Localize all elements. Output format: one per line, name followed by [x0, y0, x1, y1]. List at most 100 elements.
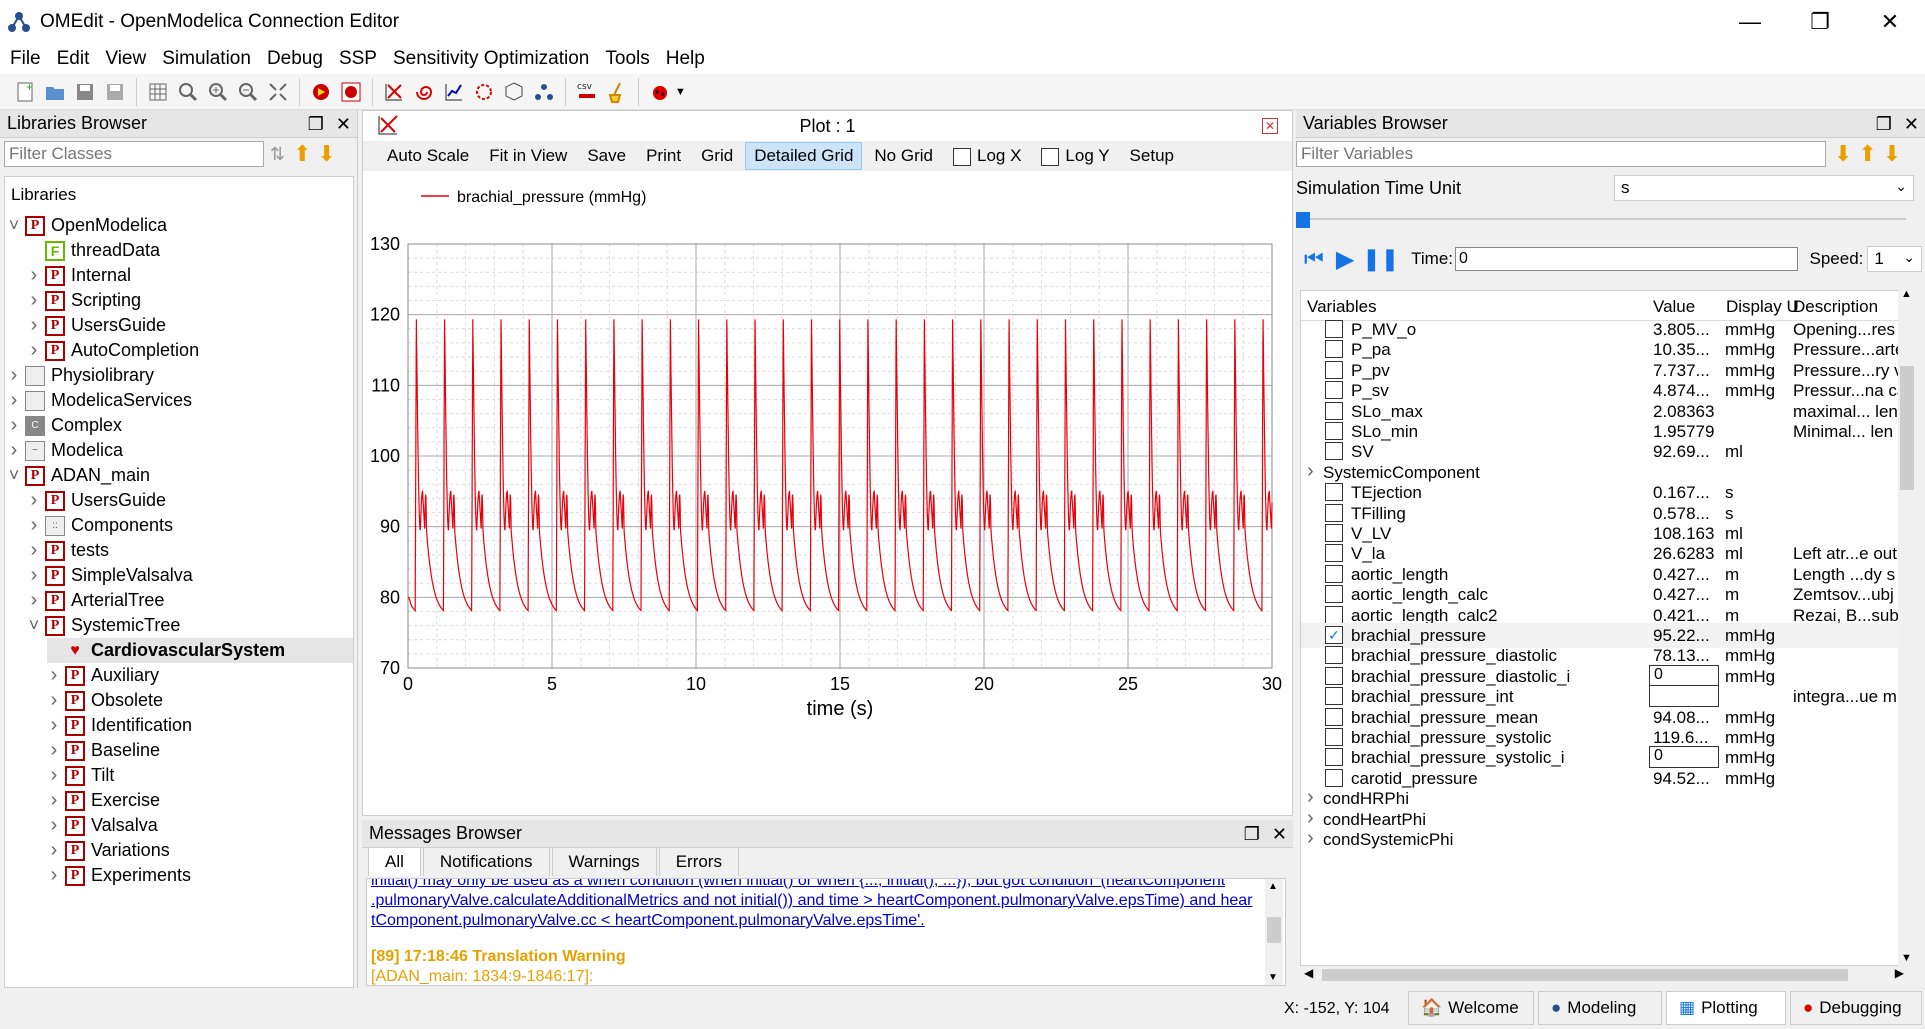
zoom-out-icon[interactable]: [235, 79, 261, 105]
time-slider-handle[interactable]: [1296, 212, 1310, 228]
parametric-plot-icon[interactable]: [411, 79, 437, 105]
chevron-right-icon[interactable]: ›: [47, 764, 61, 787]
close-panel-icon[interactable]: ✕: [1272, 824, 1287, 845]
tab-errors[interactable]: Errors: [658, 847, 739, 876]
float-panel-icon[interactable]: ❐: [1244, 824, 1260, 845]
tree-item[interactable]: › P Valsalva: [47, 813, 158, 838]
chevron-right-icon[interactable]: ›: [47, 689, 61, 712]
zoom-in-icon[interactable]: [205, 79, 231, 105]
array-parametric-plot-icon[interactable]: [471, 79, 497, 105]
tree-item[interactable]: › P Baseline: [47, 738, 160, 763]
column-value[interactable]: Value: [1653, 297, 1695, 317]
tree-item[interactable]: FthreadData: [27, 238, 160, 263]
tree-item[interactable]: › P Variations: [47, 838, 170, 863]
menu-ssp[interactable]: SSP: [333, 48, 383, 70]
clear-icon[interactable]: [604, 79, 630, 105]
chevron-right-icon[interactable]: ›: [47, 814, 61, 837]
chevron-right-icon[interactable]: ›: [47, 839, 61, 862]
setup-button[interactable]: Setup: [1122, 143, 1182, 169]
chevron-right-icon[interactable]: ›: [47, 864, 61, 887]
move-up-icon[interactable]: ⬆: [293, 141, 311, 167]
chevron-right-icon[interactable]: ›: [47, 714, 61, 737]
checkbox[interactable]: [1325, 544, 1343, 563]
fit-view-icon[interactable]: [265, 79, 291, 105]
chevron-right-icon[interactable]: ›: [27, 289, 41, 312]
tree-item[interactable]: › P Exercise: [47, 788, 160, 813]
close-plot-icon[interactable]: ✕: [1262, 118, 1278, 134]
tree-item[interactable]: › C Complex: [7, 413, 122, 438]
tree-item[interactable]: ˅ P ADAN_main: [7, 463, 150, 488]
move-up-icon[interactable]: ⬆: [1858, 141, 1876, 167]
tree-item[interactable]: ˅ P SystemicTree: [27, 613, 180, 638]
chevron-down-icon[interactable]: ˅: [7, 215, 21, 236]
tab-warnings[interactable]: Warnings: [551, 847, 657, 876]
messages-scrollbar[interactable]: ▲ ▼: [1265, 879, 1283, 985]
checkbox[interactable]: [1325, 320, 1343, 338]
menu-debug[interactable]: Debug: [261, 48, 329, 70]
detailed-grid-button[interactable]: Detailed Grid: [745, 142, 863, 170]
menu-edit[interactable]: Edit: [51, 48, 96, 70]
move-down-icon[interactable]: ⬇: [1883, 141, 1901, 167]
checkbox-checked[interactable]: ✓: [1325, 626, 1343, 644]
diagram-window-icon[interactable]: [531, 79, 557, 105]
pause-icon[interactable]: ❚❚: [1362, 246, 1399, 272]
checkbox[interactable]: [1325, 605, 1343, 624]
menu-help[interactable]: Help: [660, 48, 711, 70]
new-file-icon[interactable]: +: [12, 79, 38, 105]
tree-item[interactable]: › Ptests: [27, 538, 109, 563]
checkbox[interactable]: [1325, 422, 1343, 440]
checkbox[interactable]: [1325, 564, 1343, 583]
chevron-right-icon[interactable]: ›: [47, 739, 61, 762]
checkbox[interactable]: [1325, 748, 1343, 767]
checkbox[interactable]: [1325, 381, 1343, 400]
debugger-dropdown-icon[interactable]: ▼: [675, 86, 686, 98]
menu-tools[interactable]: Tools: [599, 48, 655, 70]
chevron-right-icon[interactable]: ›: [7, 389, 21, 412]
chevron-down-icon[interactable]: ˅: [7, 465, 21, 486]
chevron-right-icon[interactable]: ›: [27, 339, 41, 362]
checkbox[interactable]: [1325, 524, 1343, 542]
close-window-button[interactable]: ✕: [1855, 0, 1925, 44]
chevron-right-icon[interactable]: ›: [47, 789, 61, 812]
variable-row[interactable]: › condSystemicPhi: [1301, 827, 1907, 852]
plot-canvas[interactable]: 0 5 10 15 20 25 30 70 80 90 100 110 120 130 time (s) br…: [363, 171, 1292, 815]
move-down-icon[interactable]: ⬇: [318, 141, 336, 167]
chevron-right-icon[interactable]: ›: [27, 539, 41, 562]
new-plot-icon[interactable]: [381, 79, 407, 105]
column-display-unit[interactable]: Display U: [1726, 297, 1799, 317]
checkbox[interactable]: [1325, 687, 1343, 706]
chevron-right-icon[interactable]: ›: [7, 439, 21, 462]
tree-item[interactable]: › P Auxiliary: [47, 663, 159, 688]
chevron-right-icon[interactable]: ›: [7, 414, 21, 437]
log-x-box[interactable]: [952, 147, 971, 166]
simulate-icon[interactable]: [308, 79, 334, 105]
chevron-right-icon[interactable]: ›: [27, 264, 41, 287]
auto-scale-button[interactable]: Auto Scale: [379, 143, 477, 169]
column-variables[interactable]: Variables: [1307, 297, 1377, 317]
checkbox[interactable]: [1325, 646, 1343, 665]
save-icon[interactable]: [72, 79, 98, 105]
menu-file[interactable]: File: [4, 48, 47, 70]
speed-select[interactable]: 1 ⌄: [1867, 246, 1922, 272]
column-description[interactable]: Description: [1793, 297, 1878, 317]
float-panel-icon[interactable]: ❐: [308, 114, 324, 135]
chevron-right-icon[interactable]: ›: [47, 664, 61, 687]
message-line[interactable]: .pulmonaryValve.calculateAdditionalMetri…: [371, 891, 1255, 911]
time-slider[interactable]: [1296, 212, 1906, 228]
zoom-reset-icon[interactable]: [175, 79, 201, 105]
tree-item[interactable]: ›:: Components: [27, 513, 173, 538]
tree-item[interactable]: › ModelicaServices: [7, 388, 192, 413]
checkbox[interactable]: [1325, 666, 1343, 685]
checkbox[interactable]: [1325, 401, 1343, 420]
menu-view[interactable]: View: [99, 48, 152, 70]
simulation-time-unit-select[interactable]: s ⌄: [1614, 175, 1914, 201]
close-panel-icon[interactable]: ✕: [1904, 114, 1919, 135]
chevron-right-icon[interactable]: ›: [27, 564, 41, 587]
tree-item[interactable]: › Physiolibrary: [7, 363, 154, 388]
chevron-right-icon[interactable]: ›: [1307, 827, 1314, 850]
messages-list[interactable]: initial() may only be used as a when con…: [366, 878, 1286, 986]
chevron-down-icon[interactable]: ˅: [27, 615, 41, 636]
export-csv-icon[interactable]: csv: [574, 79, 600, 105]
checkbox[interactable]: [1325, 585, 1343, 604]
tree-item[interactable]: › P SimpleValsalva: [27, 563, 193, 588]
